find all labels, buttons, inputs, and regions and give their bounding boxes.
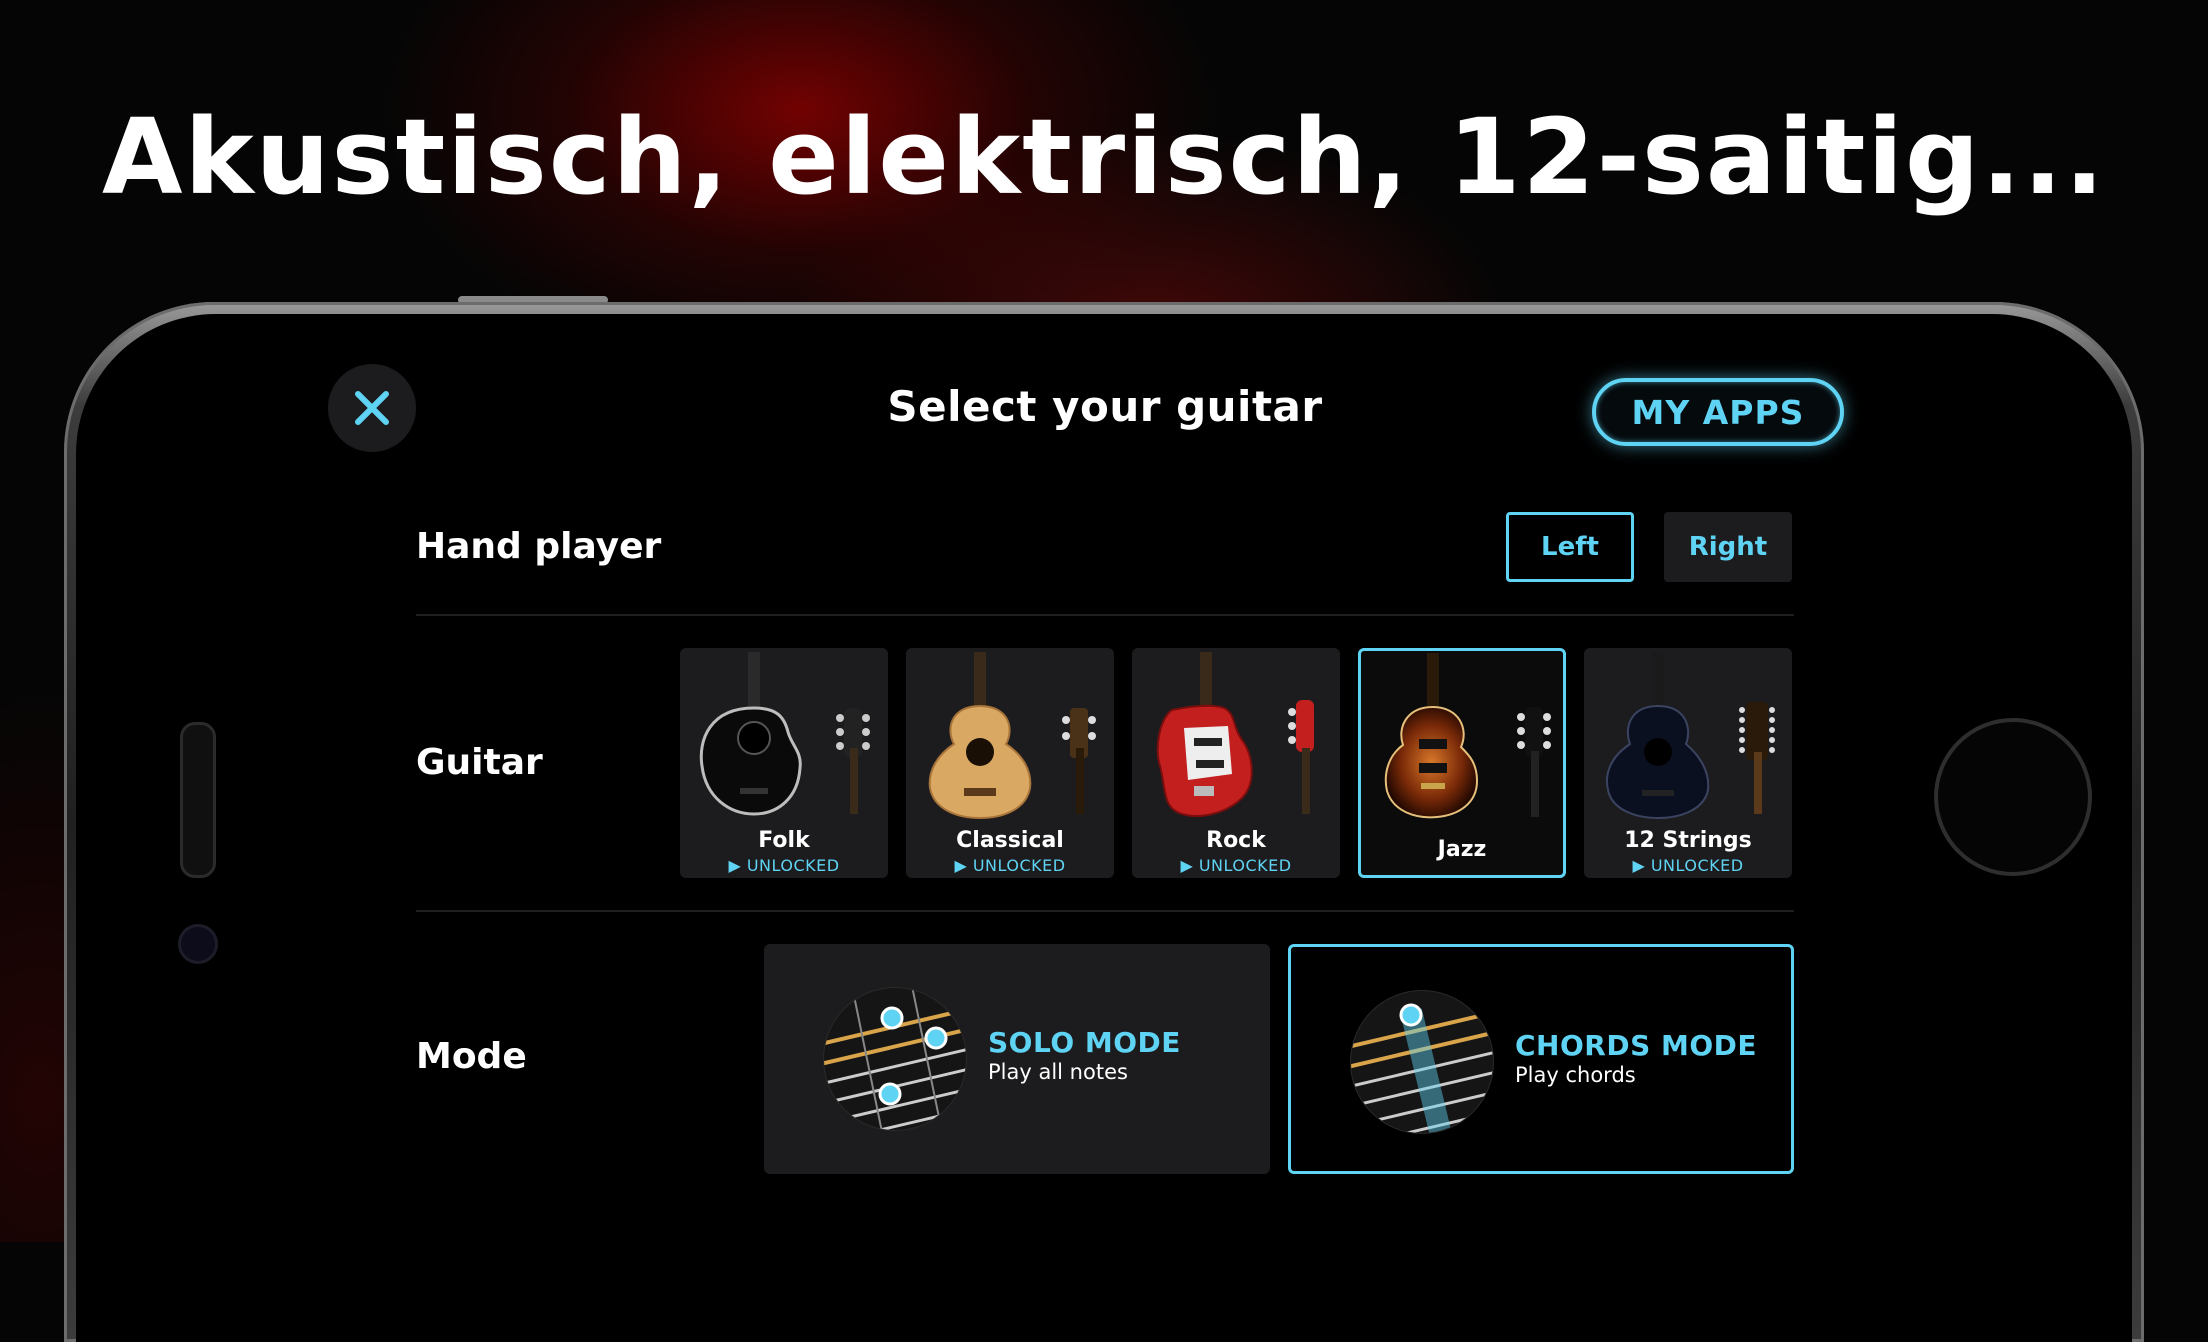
chords-mode-icon bbox=[1350, 990, 1494, 1134]
hand-right-button[interactable]: Right bbox=[1664, 512, 1792, 582]
guitar-card-rock[interactable]: Rock ▶ UNLOCKED bbox=[1132, 648, 1340, 878]
divider bbox=[416, 614, 1794, 616]
guitar-card-jazz[interactable]: Jazz bbox=[1358, 648, 1566, 878]
guitar-name: Folk bbox=[758, 828, 810, 853]
mode-title: SOLO MODE bbox=[988, 1026, 1181, 1059]
guitar-name: 12 Strings bbox=[1624, 828, 1752, 853]
promo-headline: Akustisch, elektrisch, 12-saitig... bbox=[101, 96, 2107, 218]
my-apps-button[interactable]: MY APPS bbox=[1592, 378, 1844, 446]
guitar-name: Jazz bbox=[1437, 837, 1487, 862]
close-button[interactable] bbox=[328, 364, 416, 452]
solo-mode-icon bbox=[823, 987, 967, 1131]
guitar-card-folk[interactable]: Folk ▶ UNLOCKED bbox=[680, 648, 888, 878]
close-icon bbox=[355, 391, 389, 425]
phone-speaker bbox=[180, 722, 216, 878]
jazz-guitar-image bbox=[1384, 653, 1551, 819]
screen-title: Select your guitar bbox=[887, 382, 1323, 431]
guitar-card-classical[interactable]: Classical ▶ UNLOCKED bbox=[906, 648, 1114, 878]
mode-subtitle: Play all notes bbox=[988, 1060, 1128, 1084]
rock-guitar-image bbox=[1156, 652, 1314, 818]
solo-mode-card[interactable]: SOLO MODE Play all notes bbox=[764, 944, 1270, 1174]
hand-player-label: Hand player bbox=[416, 526, 662, 567]
guitar-card-12-strings[interactable]: 12 Strings ▶ UNLOCKED bbox=[1584, 648, 1792, 878]
phone-camera bbox=[178, 924, 218, 964]
guitar-name: Classical bbox=[956, 828, 1064, 853]
classical-guitar-image bbox=[928, 652, 1096, 820]
divider bbox=[416, 910, 1794, 912]
guitar-name: Rock bbox=[1206, 828, 1266, 853]
guitar-status: ▶ UNLOCKED bbox=[954, 856, 1066, 875]
chords-mode-card[interactable]: CHORDS MODE Play chords bbox=[1288, 944, 1794, 1174]
guitar-status: ▶ UNLOCKED bbox=[728, 856, 840, 875]
folk-guitar-image bbox=[699, 652, 870, 816]
mode-title: CHORDS MODE bbox=[1515, 1029, 1758, 1062]
mode-subtitle: Play chords bbox=[1515, 1063, 1636, 1087]
mode-label: Mode bbox=[416, 1036, 527, 1077]
guitar-label: Guitar bbox=[416, 742, 543, 783]
hand-left-button[interactable]: Left bbox=[1506, 512, 1634, 582]
guitar-status: ▶ UNLOCKED bbox=[1180, 856, 1292, 875]
phone-home-button bbox=[1934, 718, 2092, 876]
guitar-status: ▶ UNLOCKED bbox=[1632, 856, 1744, 875]
twelve-string-guitar-image bbox=[1606, 652, 1775, 820]
